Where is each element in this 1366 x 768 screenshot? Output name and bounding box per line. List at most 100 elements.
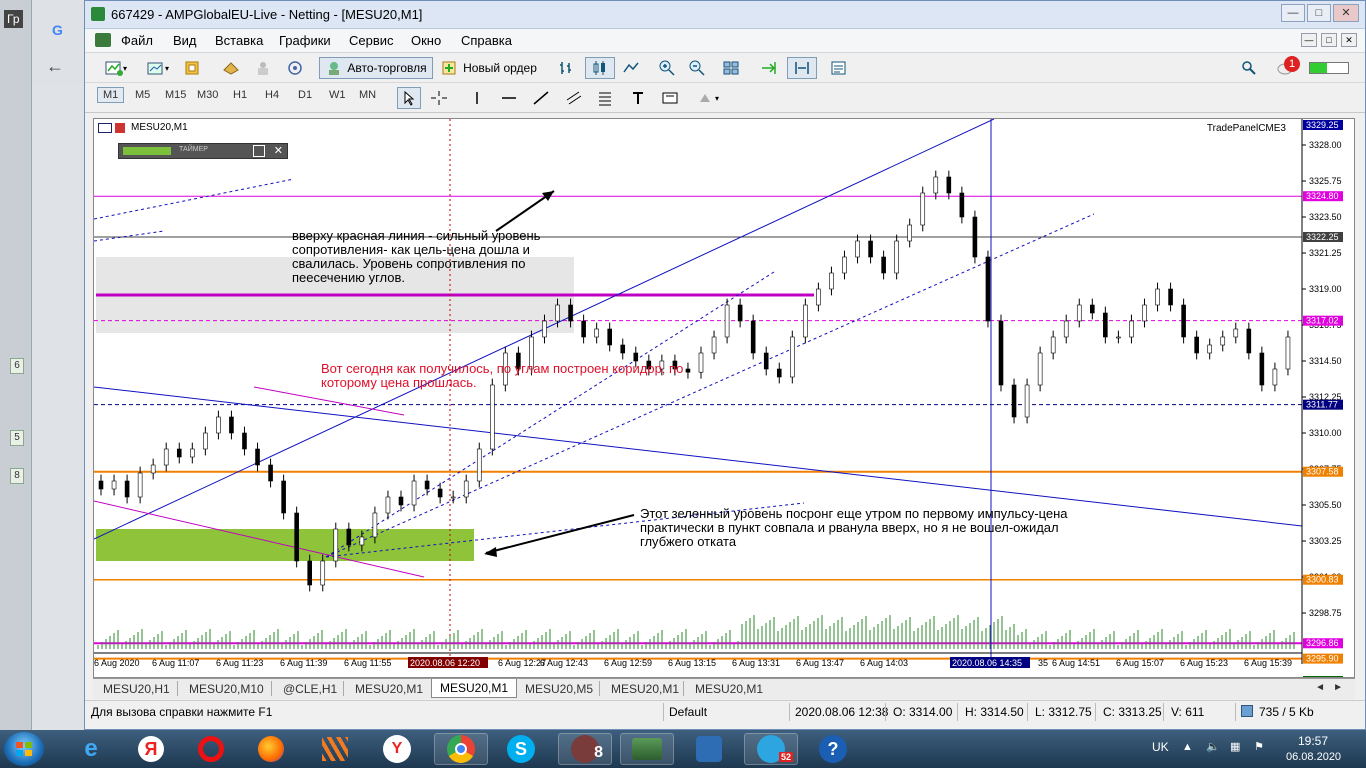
app-8-icon[interactable]: 8 bbox=[558, 733, 612, 765]
tab-cle-h1[interactable]: @CLE,H1 bbox=[283, 682, 337, 696]
chart-canvas[interactable]: 3328.003325.753323.503321.253319.003316.… bbox=[94, 119, 1355, 678]
terminal-button[interactable] bbox=[251, 57, 275, 79]
timeframe-d1[interactable]: D1 bbox=[298, 89, 312, 101]
maximize-button[interactable]: □ bbox=[1307, 4, 1331, 22]
tab-mesu20-m1-active[interactable]: MESU20,M1 bbox=[431, 679, 518, 698]
menu-insert[interactable]: Вставка bbox=[215, 33, 263, 48]
timer-widget[interactable]: ТАЙМЕР ✕ bbox=[118, 143, 288, 159]
arrows-button[interactable]: ▾ bbox=[689, 87, 727, 109]
timeframe-m5[interactable]: M5 bbox=[135, 89, 150, 101]
tab-mesu20-m1-a[interactable]: MESU20,M1 bbox=[355, 682, 423, 696]
skype-icon[interactable]: S bbox=[494, 733, 548, 765]
text-label-button[interactable] bbox=[627, 87, 649, 109]
timeframe-m1[interactable]: M1 bbox=[97, 87, 125, 103]
tab-scroll-left-icon[interactable]: ◄ bbox=[1315, 682, 1325, 693]
tab-mesu20-m1-b[interactable]: MESU20,M1 bbox=[611, 682, 679, 696]
volume-icon[interactable]: 🔈 bbox=[1206, 740, 1220, 753]
templates-button[interactable] bbox=[827, 57, 851, 79]
help-icon[interactable]: ? bbox=[806, 733, 860, 765]
tab-mesu20-h1[interactable]: MESU20,H1 bbox=[103, 682, 170, 696]
indicator-icon bbox=[115, 122, 125, 133]
autotrading-button[interactable]: Авто-торговля bbox=[319, 57, 433, 79]
menu-charts[interactable]: Графики bbox=[279, 33, 331, 48]
price-chart[interactable]: 3328.003325.753323.503321.253319.003316.… bbox=[93, 118, 1355, 678]
timeframe-h1[interactable]: H1 bbox=[233, 89, 247, 101]
crosshair-button[interactable] bbox=[427, 87, 451, 109]
back-arrow-icon[interactable]: ← bbox=[46, 56, 64, 77]
firefox-icon[interactable] bbox=[244, 733, 298, 765]
autoscroll-button[interactable] bbox=[787, 57, 817, 79]
horizontal-line-button[interactable] bbox=[499, 87, 519, 109]
timer-restore-button[interactable] bbox=[253, 145, 265, 157]
tile-windows-button[interactable] bbox=[719, 57, 743, 79]
navigator-button[interactable] bbox=[181, 57, 205, 79]
timeframe-w1[interactable]: W1 bbox=[329, 89, 346, 101]
tab-mesu20-m10[interactable]: MESU20,M10 bbox=[189, 682, 264, 696]
start-button[interactable] bbox=[4, 732, 44, 766]
mdi-minimize-button[interactable]: — bbox=[1301, 33, 1317, 47]
flag-icon[interactable]: ⚑ bbox=[1254, 740, 1264, 753]
blue-app-icon[interactable] bbox=[682, 733, 736, 765]
text-label2-button[interactable] bbox=[659, 87, 681, 109]
chart-shift-button[interactable] bbox=[757, 57, 781, 79]
yandex-icon[interactable]: Я bbox=[124, 733, 178, 765]
menu-help[interactable]: Справка bbox=[461, 33, 512, 48]
new-order-button[interactable]: Новый ордер bbox=[439, 57, 539, 79]
chrome-icon[interactable] bbox=[434, 733, 488, 765]
language-indicator[interactable]: UK bbox=[1152, 740, 1169, 754]
menu-tools[interactable]: Сервис bbox=[349, 33, 394, 48]
equidistant-channel-button[interactable] bbox=[563, 87, 585, 109]
timer-close-button[interactable]: ✕ bbox=[274, 144, 283, 157]
network-icon[interactable]: ▦ bbox=[1230, 740, 1240, 753]
tray-time[interactable]: 19:57 bbox=[1298, 734, 1328, 748]
zoom-out-button[interactable] bbox=[685, 57, 709, 79]
menu-file[interactable]: Файл bbox=[121, 33, 153, 48]
fibonacci-button[interactable] bbox=[595, 87, 617, 109]
timeframe-m15[interactable]: M15 bbox=[165, 89, 186, 101]
menu-view[interactable]: Вид bbox=[173, 33, 197, 48]
cursor-button[interactable] bbox=[397, 87, 421, 109]
opera-icon[interactable] bbox=[184, 733, 238, 765]
candle-body bbox=[737, 304, 743, 322]
browser-tab-fragment[interactable]: Гр bbox=[4, 10, 23, 28]
timeframe-mn[interactable]: MN bbox=[359, 89, 376, 101]
internet-explorer-icon[interactable]: e bbox=[64, 733, 118, 765]
vertical-line-button[interactable] bbox=[467, 87, 487, 109]
candle-body bbox=[490, 384, 495, 450]
zoom-in-button[interactable] bbox=[655, 57, 679, 79]
timeframe-h4[interactable]: H4 bbox=[265, 89, 279, 101]
line-chart-button[interactable] bbox=[619, 57, 643, 79]
candle-body bbox=[1142, 304, 1147, 322]
minimize-button[interactable]: — bbox=[1281, 4, 1305, 22]
tab-mesu20-m1-c[interactable]: MESU20,M1 bbox=[695, 682, 763, 696]
candlestick-button[interactable] bbox=[585, 57, 615, 79]
metatrader-icon[interactable] bbox=[620, 733, 674, 765]
google-icon[interactable]: G bbox=[52, 22, 63, 38]
tab-mesu20-m5[interactable]: MESU20,M5 bbox=[525, 682, 593, 696]
price-marker-label: 3311.77 bbox=[1306, 400, 1338, 410]
trendline-button[interactable] bbox=[531, 87, 551, 109]
close-button[interactable]: ✕ bbox=[1333, 4, 1359, 22]
new-chart-button[interactable]: ▾ bbox=[97, 57, 135, 79]
signals-button[interactable] bbox=[283, 57, 307, 79]
menu-window[interactable]: Окно bbox=[411, 33, 441, 48]
mdi-restore-button[interactable]: □ bbox=[1321, 33, 1337, 47]
search-button[interactable] bbox=[1239, 57, 1259, 79]
time-label: 6 Aug 13:47 bbox=[796, 658, 844, 668]
bar-chart-button[interactable] bbox=[555, 57, 579, 79]
tray-date[interactable]: 06.08.2020 bbox=[1286, 751, 1341, 763]
stripes-app-icon[interactable] bbox=[308, 733, 362, 765]
candle-body bbox=[698, 352, 704, 373]
yandex-browser-icon[interactable]: Y bbox=[370, 733, 424, 765]
chart-type-icon bbox=[98, 122, 112, 133]
metatrader-window: 667429 - AMPGlobalEU-Live - Netting - [M… bbox=[84, 0, 1366, 730]
telegram-icon[interactable]: 52 bbox=[744, 733, 798, 765]
chart-window-icon[interactable] bbox=[95, 33, 111, 47]
tab-scroll-right-icon[interactable]: ► bbox=[1333, 682, 1343, 693]
market-watch-button[interactable] bbox=[219, 57, 243, 79]
tray-arrow-icon[interactable]: ▲ bbox=[1182, 741, 1193, 753]
profiles-button[interactable]: ▾ bbox=[139, 57, 177, 79]
timeframe-m30[interactable]: M30 bbox=[197, 89, 218, 101]
mdi-close-button[interactable]: ✕ bbox=[1341, 33, 1357, 47]
notifications-button[interactable]: 1 bbox=[1271, 56, 1301, 79]
